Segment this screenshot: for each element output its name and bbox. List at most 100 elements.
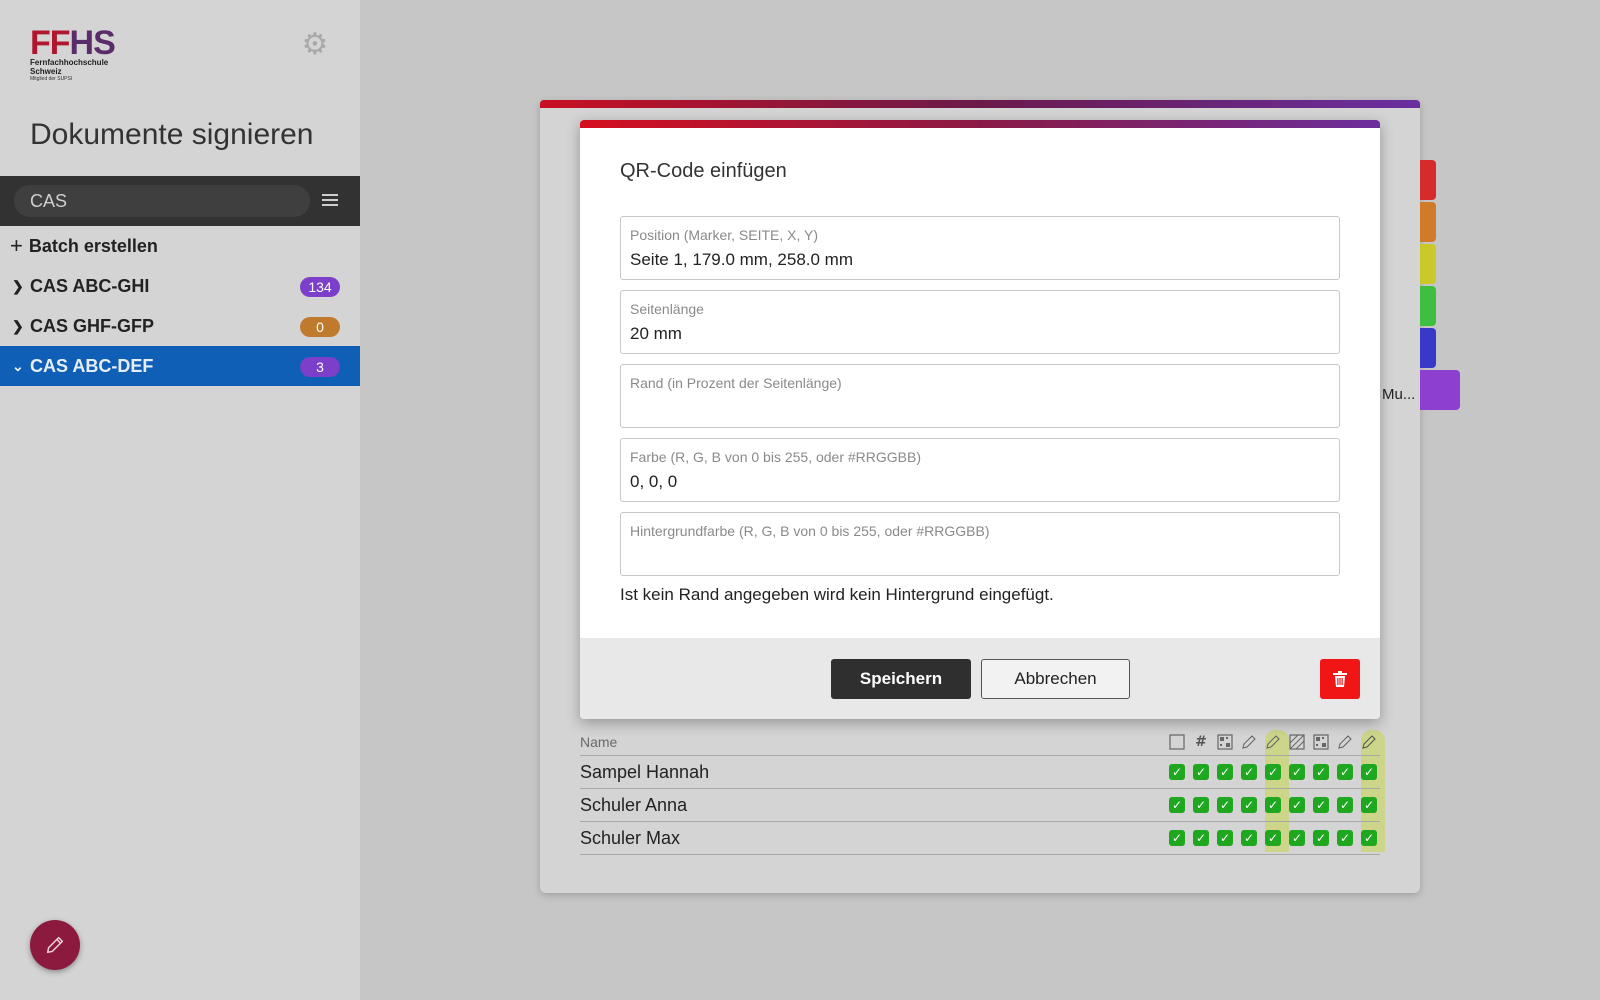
- check-icon[interactable]: ✓: [1361, 797, 1377, 813]
- check-icon[interactable]: ✓: [1265, 830, 1281, 846]
- side-tab-purple[interactable]: [1420, 370, 1460, 410]
- background-color-field[interactable]: Hintergrundfarbe (R, G, B von 0 bis 255,…: [620, 512, 1340, 576]
- delete-button[interactable]: [1320, 659, 1360, 699]
- side-tab-orange[interactable]: [1420, 202, 1436, 242]
- dialog-footer: Speichern Abbrechen: [580, 638, 1380, 719]
- logo-line1: Fernfachhochschule: [30, 58, 109, 67]
- qr-code-dialog: QR-Code einfügen Position (Marker, SEITE…: [580, 120, 1380, 719]
- side-length-input[interactable]: [630, 324, 1330, 344]
- position-field[interactable]: Position (Marker, SEITE, X, Y): [620, 216, 1340, 280]
- check-icon[interactable]: ✓: [1361, 830, 1377, 846]
- qr-icon[interactable]: [1217, 734, 1233, 750]
- check-icon[interactable]: ✓: [1289, 830, 1305, 846]
- position-input[interactable]: [630, 250, 1330, 270]
- logo-ff: FF: [30, 24, 71, 62]
- logo-sub: Mitglied der SUPSI: [30, 76, 73, 82]
- checkbox-icon[interactable]: [1169, 734, 1185, 750]
- trash-icon: [1333, 671, 1347, 687]
- check-icon[interactable]: ✓: [1193, 764, 1209, 780]
- table-row: Sampel Hannah ✓ ✓ ✓ ✓ ✓ ✓ ✓ ✓ ✓: [580, 756, 1380, 789]
- edit-fab-button[interactable]: [30, 920, 80, 970]
- side-tab-green[interactable]: [1420, 286, 1436, 326]
- cancel-button[interactable]: Abbrechen: [981, 659, 1130, 699]
- search-bar: [0, 176, 360, 226]
- sidebar-item-label: CAS GHF-GFP: [30, 315, 154, 336]
- ffhs-logo: FFHS Fernfachhochschule Schweiz Mitglied…: [30, 26, 140, 86]
- check-icon[interactable]: ✓: [1241, 830, 1257, 846]
- chevron-down-icon: ⌄: [12, 357, 24, 374]
- create-batch-label: Batch erstellen: [28, 235, 158, 256]
- signer-name: Sampel Hannah: [580, 762, 710, 782]
- field-label: Hintergrundfarbe (R, G, B von 0 bis 255,…: [630, 523, 990, 539]
- check-icon[interactable]: ✓: [1361, 764, 1377, 780]
- hint-text: Ist kein Rand angegeben wird kein Hinter…: [620, 585, 1054, 604]
- margin-field[interactable]: Rand (in Prozent der Seitenlänge): [620, 364, 1340, 428]
- pencil-icon[interactable]: [1337, 734, 1353, 750]
- check-icon[interactable]: ✓: [1337, 830, 1353, 846]
- count-badge: 3: [300, 357, 340, 377]
- dialog-accent-bar: [580, 120, 1380, 128]
- sidebar-item-cas-abc-def[interactable]: ⌄ CAS ABC-DEF 3: [0, 346, 360, 386]
- card-accent-bar: [540, 100, 1420, 108]
- check-icon[interactable]: ✓: [1313, 830, 1329, 846]
- sidebar-item-cas-abc-ghi[interactable]: ❯ CAS ABC-GHI 134: [0, 266, 360, 306]
- gear-icon[interactable]: ⚙: [300, 30, 330, 60]
- margin-input[interactable]: [630, 398, 1330, 418]
- table-row: Schuler Max ✓ ✓ ✓ ✓ ✓ ✓ ✓ ✓ ✓: [580, 822, 1380, 855]
- check-icon[interactable]: ✓: [1241, 764, 1257, 780]
- side-tab-blue[interactable]: [1420, 328, 1436, 368]
- check-icon[interactable]: ✓: [1217, 764, 1233, 780]
- color-field[interactable]: Farbe (R, G, B von 0 bis 255, oder #RRGG…: [620, 438, 1340, 502]
- pencil-icon[interactable]: [1241, 734, 1257, 750]
- sidebar-item-label: CAS ABC-GHI: [30, 275, 150, 296]
- check-icon[interactable]: ✓: [1337, 764, 1353, 780]
- check-icon[interactable]: ✓: [1265, 764, 1281, 780]
- pencil-icon[interactable]: [1265, 734, 1281, 750]
- check-icon[interactable]: ✓: [1217, 830, 1233, 846]
- pencil-icon: [46, 936, 64, 954]
- qr-icon[interactable]: [1313, 734, 1329, 750]
- page-title: Dokumente signieren: [30, 118, 314, 151]
- check-icon[interactable]: ✓: [1193, 830, 1209, 846]
- side-length-field[interactable]: Seitenlänge: [620, 290, 1340, 354]
- signer-name: Schuler Anna: [580, 795, 688, 815]
- signer-name: Schuler Max: [580, 828, 681, 848]
- search-input[interactable]: [14, 185, 310, 217]
- check-icon[interactable]: ✓: [1313, 764, 1329, 780]
- check-icon[interactable]: ✓: [1289, 764, 1305, 780]
- save-button[interactable]: Speichern: [831, 659, 971, 699]
- check-icon[interactable]: ✓: [1193, 797, 1209, 813]
- count-badge: 134: [300, 277, 340, 297]
- hash-icon[interactable]: #: [1193, 734, 1209, 750]
- check-icon[interactable]: ✓: [1241, 797, 1257, 813]
- chevron-right-icon: ❯: [12, 317, 24, 334]
- check-icon[interactable]: ✓: [1217, 797, 1233, 813]
- check-icon[interactable]: ✓: [1313, 797, 1329, 813]
- pencil-icon[interactable]: [1361, 734, 1377, 750]
- sidebar: FFHS Fernfachhochschule Schweiz Mitglied…: [0, 0, 360, 1000]
- field-label: Farbe (R, G, B von 0 bis 255, oder #RRGG…: [630, 449, 922, 465]
- sidebar-item-cas-ghf-gfp[interactable]: ❯ CAS GHF-GFP 0: [0, 306, 360, 346]
- check-icon[interactable]: ✓: [1337, 797, 1353, 813]
- background-color-input[interactable]: [630, 546, 1330, 566]
- logo-hs: HS: [69, 24, 116, 62]
- field-label: Position (Marker, SEITE, X, Y): [630, 227, 819, 243]
- check-icon[interactable]: ✓: [1169, 764, 1185, 780]
- hamburger-icon[interactable]: [322, 191, 338, 211]
- side-tab-yellow[interactable]: [1420, 244, 1436, 284]
- check-icon[interactable]: ✓: [1265, 797, 1281, 813]
- table-header: Name #: [580, 730, 1380, 756]
- plus-icon: +: [10, 233, 23, 258]
- field-label: Rand (in Prozent der Seitenlänge): [630, 375, 842, 391]
- dialog-title: QR-Code einfügen: [620, 160, 787, 182]
- check-icon[interactable]: ✓: [1289, 797, 1305, 813]
- hatched-icon[interactable]: [1289, 734, 1305, 750]
- field-label: Seitenlänge: [630, 301, 704, 317]
- check-icon[interactable]: ✓: [1169, 830, 1185, 846]
- create-batch-button[interactable]: + Batch erstellen: [0, 226, 360, 266]
- sidebar-item-label: CAS ABC-DEF: [30, 355, 154, 376]
- color-input[interactable]: [630, 472, 1330, 492]
- chevron-right-icon: ❯: [12, 277, 24, 294]
- side-tab-red[interactable]: [1420, 160, 1436, 200]
- check-icon[interactable]: ✓: [1169, 797, 1185, 813]
